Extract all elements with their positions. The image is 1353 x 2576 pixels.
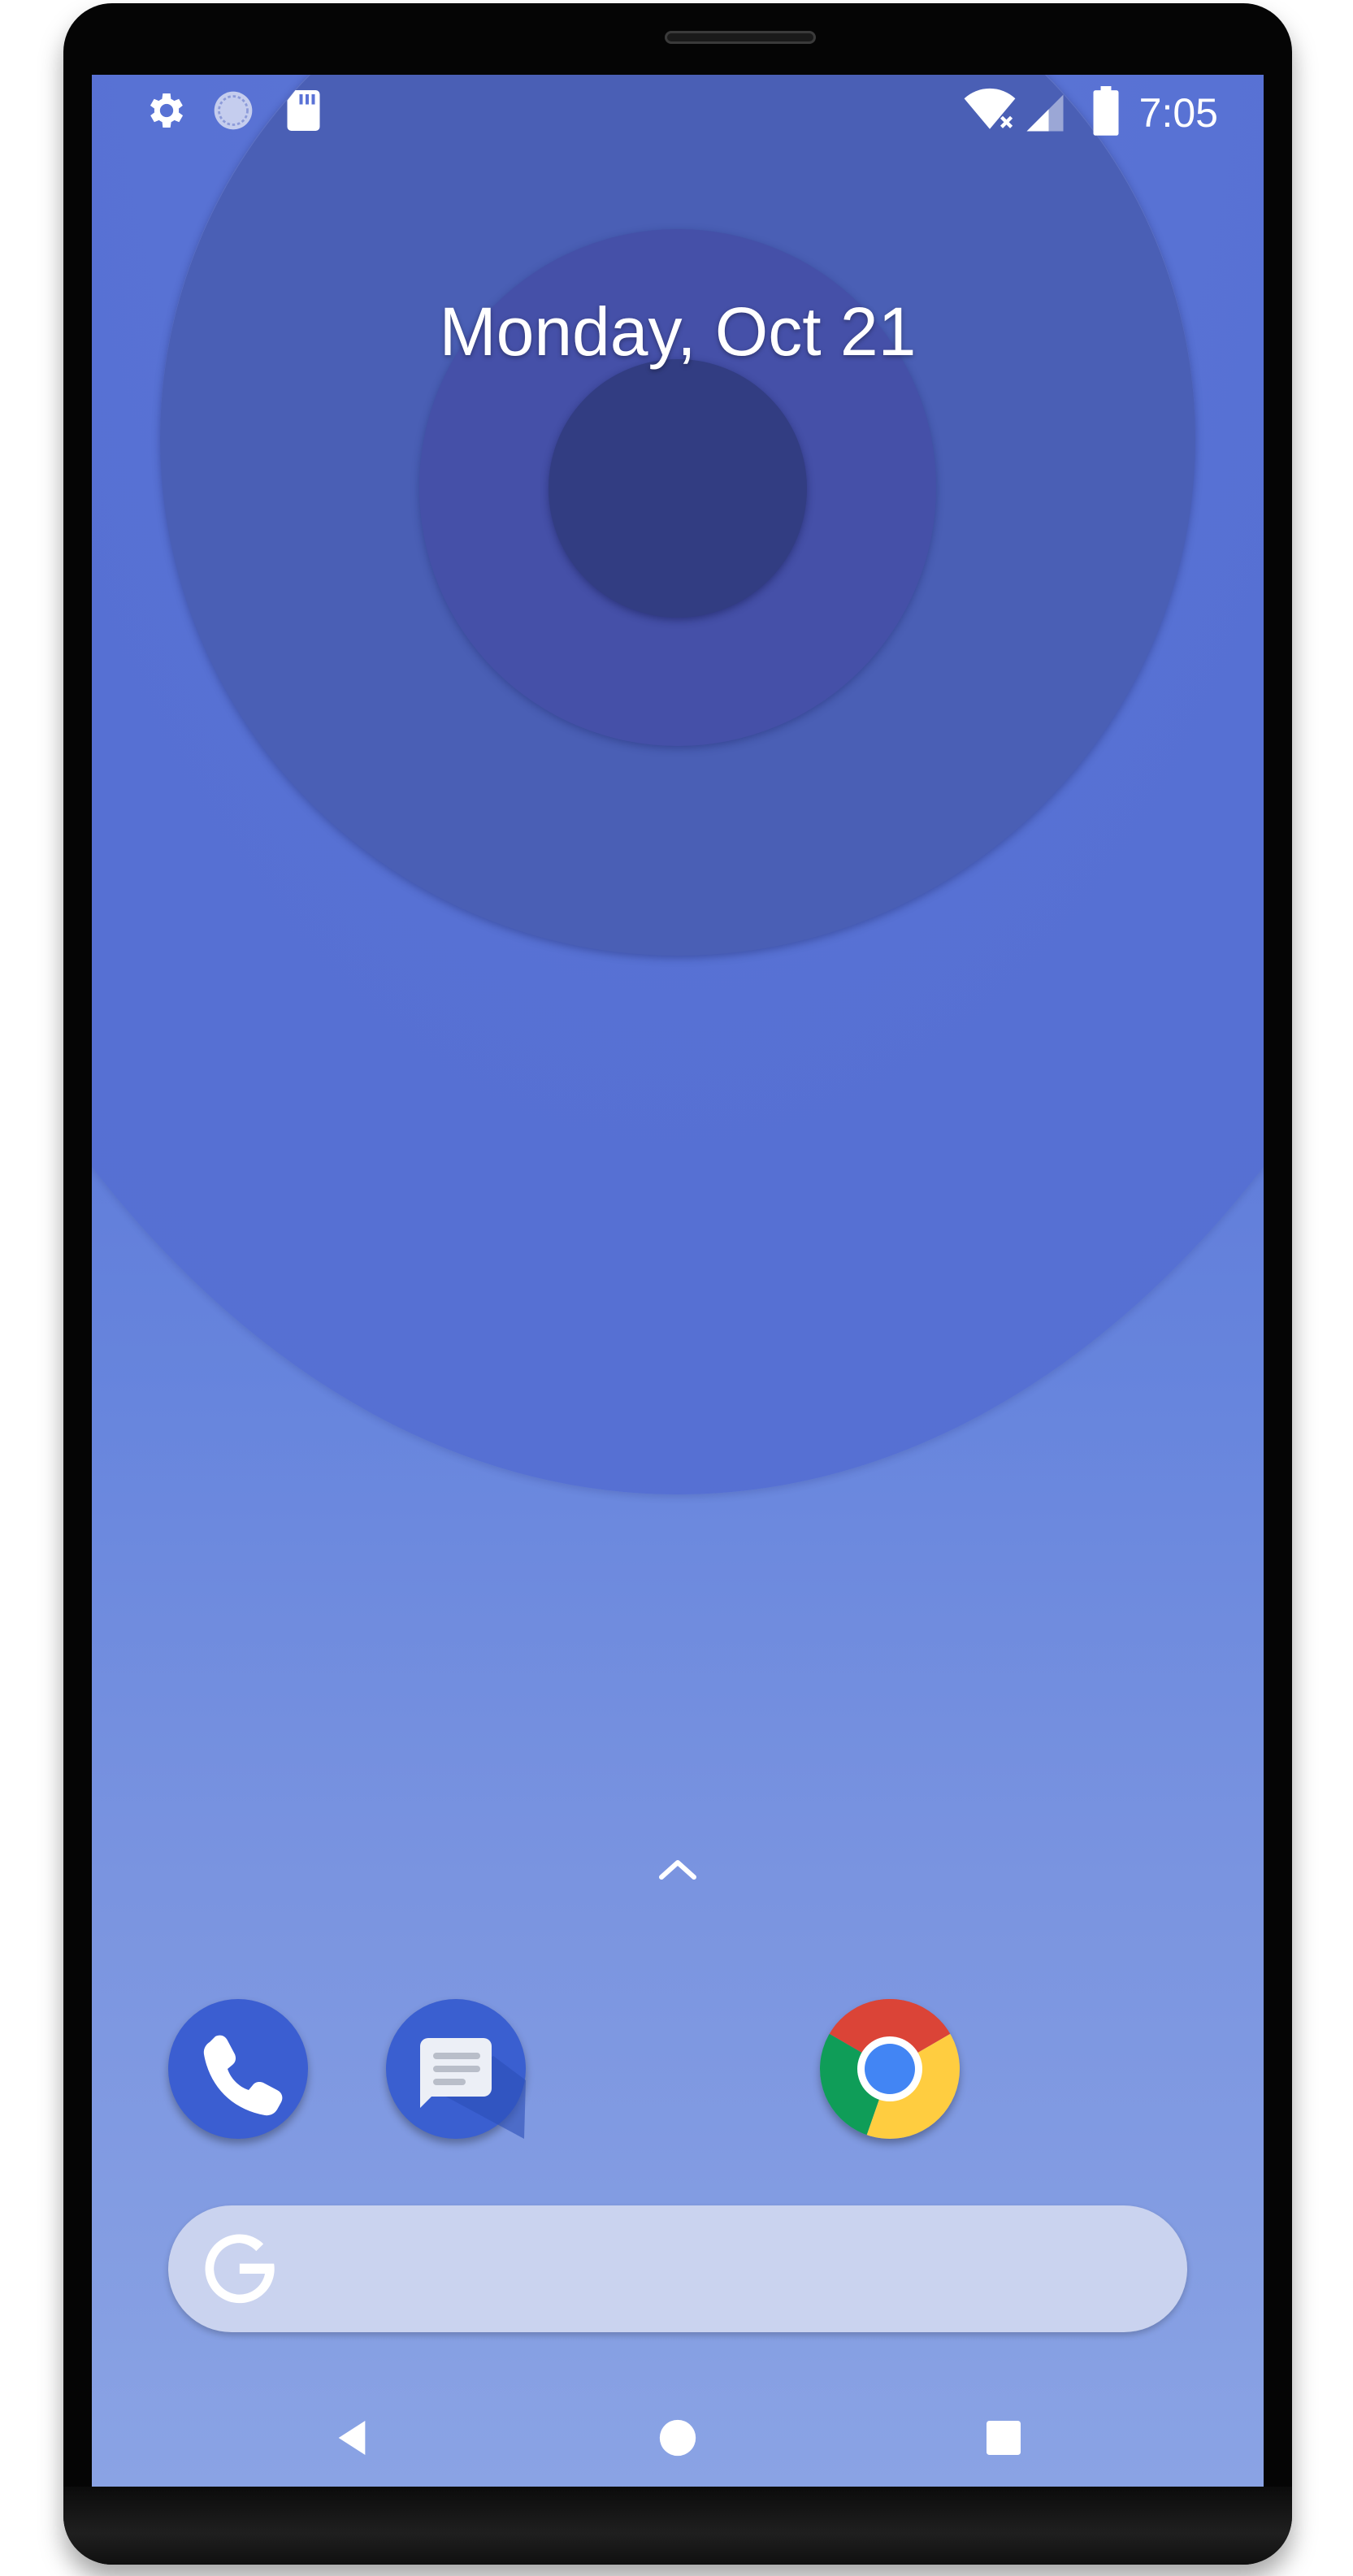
chrome-icon: [820, 1999, 960, 2139]
date-widget[interactable]: Monday, Oct 21: [92, 293, 1264, 371]
battery-icon: [1093, 86, 1119, 136]
status-bar[interactable]: 7:05: [92, 75, 1264, 153]
navigation-bar: [92, 2391, 1264, 2487]
messages-icon: [420, 2038, 526, 2139]
chrome-app-icon[interactable]: [820, 1999, 960, 2139]
clock: 7:05: [1138, 90, 1218, 136]
wallpaper-circle-small: [549, 359, 807, 618]
phone-bottom-bezel: [63, 2487, 1292, 2565]
wifi-no-internet-icon: [964, 88, 1016, 129]
recents-icon[interactable]: [981, 2415, 1026, 2461]
sd-card-icon: [287, 90, 320, 131]
messages-app-icon[interactable]: [386, 1999, 526, 2139]
settings-icon: [150, 93, 184, 128]
back-icon[interactable]: [329, 2415, 375, 2461]
home-icon[interactable]: [655, 2415, 700, 2461]
app-drawer-arrow-icon[interactable]: [655, 1853, 700, 1885]
cell-signal-icon: [1026, 94, 1064, 132]
phone-icon: [203, 2035, 283, 2116]
home-screen: 7:05 Monday, Oct 21: [92, 75, 1264, 2487]
phone-app-icon[interactable]: [168, 1999, 308, 2139]
google-g-icon: [205, 2234, 275, 2304]
speaker-grille: [665, 31, 816, 44]
google-search-bar[interactable]: [168, 2205, 1187, 2332]
sync-icon: [214, 91, 253, 130]
